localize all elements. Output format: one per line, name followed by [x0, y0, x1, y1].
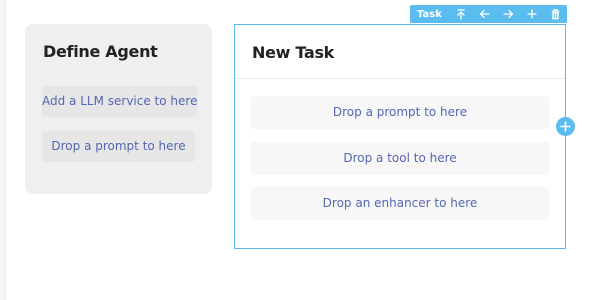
arrow-left-icon[interactable] — [473, 5, 497, 23]
toolbar-label: Task — [417, 8, 442, 20]
task-enhancer-drop-zone[interactable]: Drop an enhancer to here — [251, 187, 549, 220]
task-title: New Task — [252, 43, 335, 62]
task-prompt-drop-zone[interactable]: Drop a prompt to here — [251, 96, 549, 129]
define-agent-card[interactable]: Define Agent Add a LLM service to here D… — [25, 24, 212, 194]
define-agent-title: Define Agent — [43, 42, 158, 61]
move-up-icon[interactable] — [449, 5, 473, 23]
task-toolbar: Task — [410, 5, 567, 23]
arrow-right-icon[interactable] — [496, 5, 520, 23]
agent-prompt-drop-zone[interactable]: Drop a prompt to here — [42, 131, 195, 162]
add-task-button[interactable] — [556, 117, 575, 136]
trash-icon[interactable] — [543, 5, 567, 23]
plus-icon[interactable] — [520, 5, 544, 23]
task-tool-drop-zone[interactable]: Drop a tool to here — [251, 142, 549, 175]
llm-service-drop-zone[interactable]: Add a LLM service to here — [42, 86, 197, 117]
new-task-card[interactable]: New Task Drop a prompt to here Drop a to… — [234, 24, 566, 249]
plus-circle-icon — [560, 121, 571, 132]
task-header: New Task — [235, 25, 565, 79]
